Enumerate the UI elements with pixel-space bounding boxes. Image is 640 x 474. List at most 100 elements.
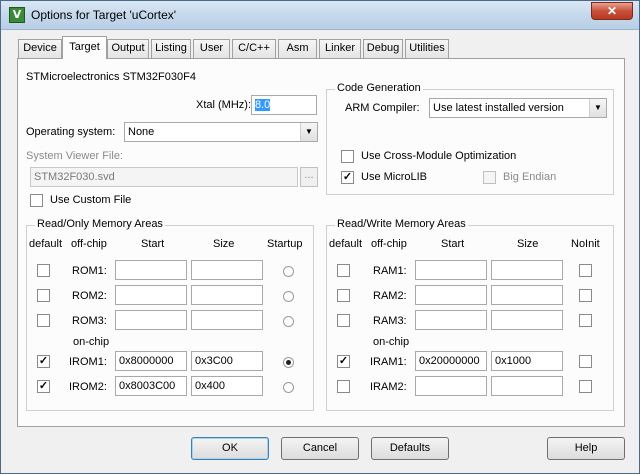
ram3-default-checkbox[interactable] — [337, 314, 350, 327]
iram1-label: IRAM1: — [370, 356, 407, 368]
iram1-size-input[interactable]: 0x1000 — [491, 351, 563, 371]
use-custom-file-checkbox[interactable] — [30, 194, 43, 207]
ram-size-header: Size — [517, 238, 539, 250]
ram3-size-input[interactable] — [491, 310, 563, 330]
tab-c-cpp[interactable]: C/C++ — [232, 39, 276, 58]
rom-start-header: Start — [141, 238, 165, 250]
ram-default-header: default — [329, 238, 363, 250]
ram-onchip-label: on-chip — [373, 336, 410, 348]
read-write-memory-group: Read/Write Memory Areas default off-chip… — [326, 218, 614, 411]
read-write-memory-title: Read/Write Memory Areas — [335, 218, 468, 230]
irom2-start-input[interactable]: 0x8003C00 — [115, 376, 187, 396]
iram1-start-input[interactable]: 0x20000000 — [415, 351, 487, 371]
irom2-size-input[interactable]: 0x400 — [191, 376, 263, 396]
iram2-noinit-checkbox[interactable] — [579, 380, 592, 393]
keil-uvision-icon: V — [9, 7, 25, 23]
rom2-size-input[interactable] — [191, 285, 263, 305]
cross-module-optimization-checkbox[interactable] — [341, 150, 354, 163]
operating-system-value: None — [128, 126, 155, 138]
iram2-size-input[interactable] — [491, 376, 563, 396]
rom1-label: ROM1: — [72, 265, 107, 277]
ram3-start-input[interactable] — [415, 310, 487, 330]
irom2-startup-radio[interactable] — [283, 382, 294, 393]
ram-start-header: Start — [441, 238, 465, 250]
tab-linker[interactable]: Linker — [319, 39, 361, 58]
browse-button[interactable]: ... — [300, 167, 318, 187]
rom2-default-checkbox[interactable] — [37, 289, 50, 302]
code-generation-group: Code Generation ARM Compiler: Use latest… — [326, 82, 614, 195]
rom3-default-checkbox[interactable] — [37, 314, 50, 327]
rom2-startup-radio[interactable] — [283, 291, 294, 302]
help-button[interactable]: Help — [547, 437, 625, 460]
ram2-default-checkbox[interactable] — [337, 289, 350, 302]
cross-module-optimization-label: Use Cross-Module Optimization — [361, 150, 517, 162]
tab-asm[interactable]: Asm — [278, 39, 317, 58]
iram2-default-checkbox[interactable] — [337, 380, 350, 393]
read-only-memory-group: Read/Only Memory Areas default off-chip … — [26, 218, 314, 411]
ram-offchip-header: off-chip — [371, 238, 407, 250]
arm-compiler-select[interactable]: Use latest installed version ▼ — [429, 98, 607, 118]
irom2-label: IROM2: — [69, 381, 107, 393]
system-viewer-file-label: System Viewer File: — [26, 150, 123, 162]
device-name-label: STMicroelectronics STM32F030F4 — [26, 71, 196, 83]
microlib-label: Use MicroLIB — [361, 171, 428, 183]
irom1-startup-radio[interactable] — [283, 357, 294, 368]
rom3-startup-radio[interactable] — [283, 316, 294, 327]
big-endian-checkbox[interactable] — [483, 171, 496, 184]
ram1-size-input[interactable] — [491, 260, 563, 280]
rom1-size-input[interactable] — [191, 260, 263, 280]
tab-listing[interactable]: Listing — [151, 39, 191, 58]
tab-utilities[interactable]: Utilities — [405, 39, 449, 58]
rom-startup-header: Startup — [267, 238, 303, 250]
rom1-default-checkbox[interactable] — [37, 264, 50, 277]
system-viewer-file-input[interactable]: STM32F030.svd — [30, 167, 298, 187]
ram1-label: RAM1: — [373, 265, 407, 277]
ram3-noinit-checkbox[interactable] — [579, 314, 592, 327]
rom3-start-input[interactable] — [115, 310, 187, 330]
target-tab-panel: STMicroelectronics STM32F030F4 Xtal (MHz… — [17, 58, 625, 427]
iram1-noinit-checkbox[interactable] — [579, 355, 592, 368]
rom1-startup-radio[interactable] — [283, 266, 294, 277]
use-custom-file-label: Use Custom File — [50, 194, 132, 206]
tab-user[interactable]: User — [193, 39, 230, 58]
rom3-size-input[interactable] — [191, 310, 263, 330]
irom2-default-checkbox[interactable]: ✓ — [37, 380, 50, 393]
microlib-checkbox[interactable]: ✓ — [341, 171, 354, 184]
iram2-start-input[interactable] — [415, 376, 487, 396]
operating-system-label: Operating system: — [26, 126, 116, 138]
ram-noinit-header: NoInit — [571, 238, 600, 250]
ram1-start-input[interactable] — [415, 260, 487, 280]
arm-compiler-value: Use latest installed version — [433, 102, 564, 114]
big-endian-label: Big Endian — [503, 171, 557, 183]
defaults-button[interactable]: Defaults — [371, 437, 449, 460]
ram2-size-input[interactable] — [491, 285, 563, 305]
xtal-value: 8.0 — [255, 99, 271, 111]
irom1-size-input[interactable]: 0x3C00 — [191, 351, 263, 371]
iram2-label: IRAM2: — [370, 381, 407, 393]
chevron-down-icon: ▼ — [589, 99, 606, 117]
ram1-noinit-checkbox[interactable] — [579, 264, 592, 277]
rom1-start-input[interactable] — [115, 260, 187, 280]
ram1-default-checkbox[interactable] — [337, 264, 350, 277]
xtal-input[interactable]: 8.0 — [251, 95, 317, 115]
iram1-default-checkbox[interactable]: ✓ — [337, 355, 350, 368]
rom2-start-input[interactable] — [115, 285, 187, 305]
operating-system-select[interactable]: None ▼ — [124, 122, 318, 142]
rom-onchip-label: on-chip — [73, 336, 110, 348]
ok-button[interactable]: OK — [191, 437, 269, 460]
tab-target[interactable]: Target — [62, 36, 107, 59]
irom1-label: IROM1: — [69, 356, 107, 368]
cancel-button[interactable]: Cancel — [281, 437, 359, 460]
rom3-label: ROM3: — [72, 315, 107, 327]
irom1-default-checkbox[interactable]: ✓ — [37, 355, 50, 368]
title-bar[interactable]: V Options for Target 'uCortex' ✕ — [1, 1, 639, 30]
tab-output[interactable]: Output — [107, 39, 149, 58]
tab-device[interactable]: Device — [18, 39, 62, 58]
rom-size-header: Size — [213, 238, 235, 250]
tab-debug[interactable]: Debug — [363, 39, 403, 58]
rom2-label: ROM2: — [72, 290, 107, 302]
ram2-noinit-checkbox[interactable] — [579, 289, 592, 302]
close-button[interactable]: ✕ — [591, 2, 633, 20]
irom1-start-input[interactable]: 0x8000000 — [115, 351, 187, 371]
ram2-start-input[interactable] — [415, 285, 487, 305]
